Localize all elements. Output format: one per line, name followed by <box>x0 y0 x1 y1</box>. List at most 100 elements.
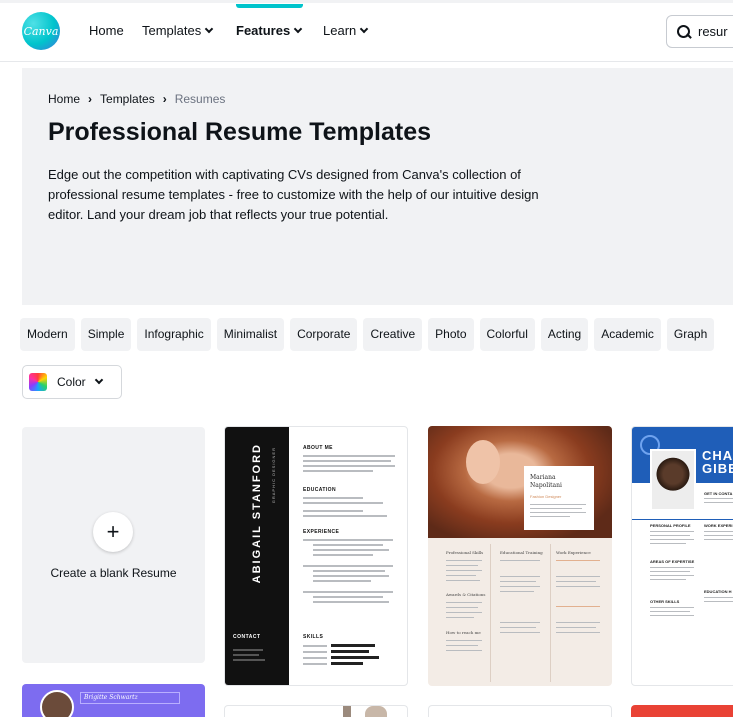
text-line <box>500 622 540 623</box>
text-line <box>556 632 600 633</box>
text-line <box>313 570 385 572</box>
text-line <box>556 627 596 628</box>
breadcrumb-current: Resumes <box>174 92 226 106</box>
chevron-right-icon: › <box>88 92 93 106</box>
text-line <box>650 567 694 568</box>
template-contact-heading: CONTACT <box>233 634 261 640</box>
text-line <box>704 601 733 602</box>
chip-colorful[interactable]: Colorful <box>479 318 535 351</box>
text-line <box>500 632 540 633</box>
template-photo-inner <box>652 451 694 509</box>
template-photo <box>365 706 387 717</box>
template-name-line1: Mariana <box>530 474 556 481</box>
template-section-heading: WORK EXPERI <box>704 523 733 528</box>
chip-minimalist[interactable]: Minimalist <box>216 318 285 351</box>
text-line <box>500 560 540 561</box>
template-namebox: Mariana Napolitani Fashion Designer <box>524 466 594 530</box>
chip-graph[interactable]: Graph <box>666 318 715 351</box>
breadcrumb-home[interactable]: Home <box>48 92 80 106</box>
chevron-right-icon: › <box>162 92 167 106</box>
text-line <box>303 515 387 517</box>
chip-simple[interactable]: Simple <box>80 318 132 351</box>
text-line <box>303 539 393 541</box>
text-line <box>446 580 480 581</box>
template-photo <box>650 449 696 511</box>
template-section-heading: PERSONAL PROFILE <box>650 523 691 528</box>
template-card-peek[interactable] <box>224 705 408 717</box>
text-line <box>556 606 600 607</box>
top-border <box>0 0 733 3</box>
text-line <box>303 657 327 659</box>
search-input[interactable]: resur <box>666 15 733 48</box>
chevron-down-icon <box>293 24 303 33</box>
chip-acting[interactable]: Acting <box>540 318 589 351</box>
text-line <box>530 508 582 509</box>
text-line <box>704 539 733 540</box>
text-line <box>650 539 694 540</box>
chip-corporate[interactable]: Corporate <box>290 318 358 351</box>
template-card-charles[interactable]: CHA GIBE GET IN CONTA PERSONAL PROFILE W… <box>631 426 733 686</box>
nav-learn-label: Learn <box>323 23 357 38</box>
template-card-peek[interactable] <box>631 705 733 717</box>
text-line <box>650 571 690 572</box>
nav-learn[interactable]: Learn <box>323 23 369 38</box>
template-card-abigail[interactable]: ABIGAIL STANFORD GRAPHIC DESIGNER CONTAC… <box>224 426 408 686</box>
chip-academic[interactable]: Academic <box>594 318 661 351</box>
text-line <box>303 663 327 665</box>
text-line <box>303 470 373 472</box>
text-line <box>650 531 694 532</box>
text-line <box>446 565 478 566</box>
text-line <box>704 498 733 499</box>
text-line <box>303 565 393 567</box>
template-card-peek[interactable] <box>428 705 612 717</box>
text-line <box>650 543 686 544</box>
text-line <box>446 612 482 613</box>
text-line <box>650 535 690 536</box>
create-blank-card[interactable]: + Create a blank Resume <box>22 427 205 663</box>
nav-home[interactable]: Home <box>89 23 124 38</box>
skill-bar <box>331 656 379 659</box>
text-line <box>313 601 389 603</box>
color-filter-button[interactable]: Color <box>22 365 122 399</box>
nav-features-label: Features <box>236 23 291 38</box>
template-section-heading: Educational Training <box>500 550 543 555</box>
nav-features[interactable]: Features <box>236 23 303 38</box>
template-card-brigitte[interactable]: Brigitte Schwartz <box>22 684 205 717</box>
chip-photo[interactable]: Photo <box>428 318 474 351</box>
text-line <box>313 575 389 577</box>
chevron-down-icon <box>94 375 103 385</box>
text-line <box>556 586 600 587</box>
active-tab-indicator <box>236 4 303 8</box>
template-section-heading: ABOUT ME <box>303 445 333 451</box>
template-card-mariana[interactable]: Mariana Napolitani Fashion Designer Prof… <box>428 426 612 686</box>
breadcrumb-templates[interactable]: Templates <box>100 92 155 106</box>
template-section-heading: GET IN CONTA <box>704 491 733 496</box>
text-line <box>530 516 570 517</box>
color-filter-label: Color <box>57 375 86 389</box>
chip-creative[interactable]: Creative <box>363 318 423 351</box>
text-line <box>704 502 733 503</box>
category-chips: Modern Simple Infographic Minimalist Cor… <box>20 318 715 351</box>
logo-text: Canva <box>23 24 59 38</box>
text-line <box>303 510 363 512</box>
text-line <box>303 460 391 462</box>
text-line <box>650 611 690 612</box>
text-line <box>303 651 327 653</box>
nav-templates[interactable]: Templates <box>142 23 214 38</box>
template-photo <box>40 690 74 717</box>
chevron-down-icon <box>205 24 214 33</box>
chip-modern[interactable]: Modern <box>20 318 75 351</box>
text-line <box>313 549 389 551</box>
divider <box>632 519 733 520</box>
template-name: Brigitte Schwartz <box>80 692 180 704</box>
text-line <box>446 602 482 603</box>
text-line <box>313 554 373 556</box>
text-line <box>500 576 540 577</box>
template-photo-face <box>466 440 500 484</box>
color-swatch-icon <box>29 373 47 391</box>
plus-icon: + <box>93 512 133 552</box>
chip-infographic[interactable]: Infographic <box>137 318 211 351</box>
text-line <box>500 581 536 582</box>
canva-logo[interactable]: Canva <box>22 12 60 50</box>
text-line <box>303 502 383 504</box>
